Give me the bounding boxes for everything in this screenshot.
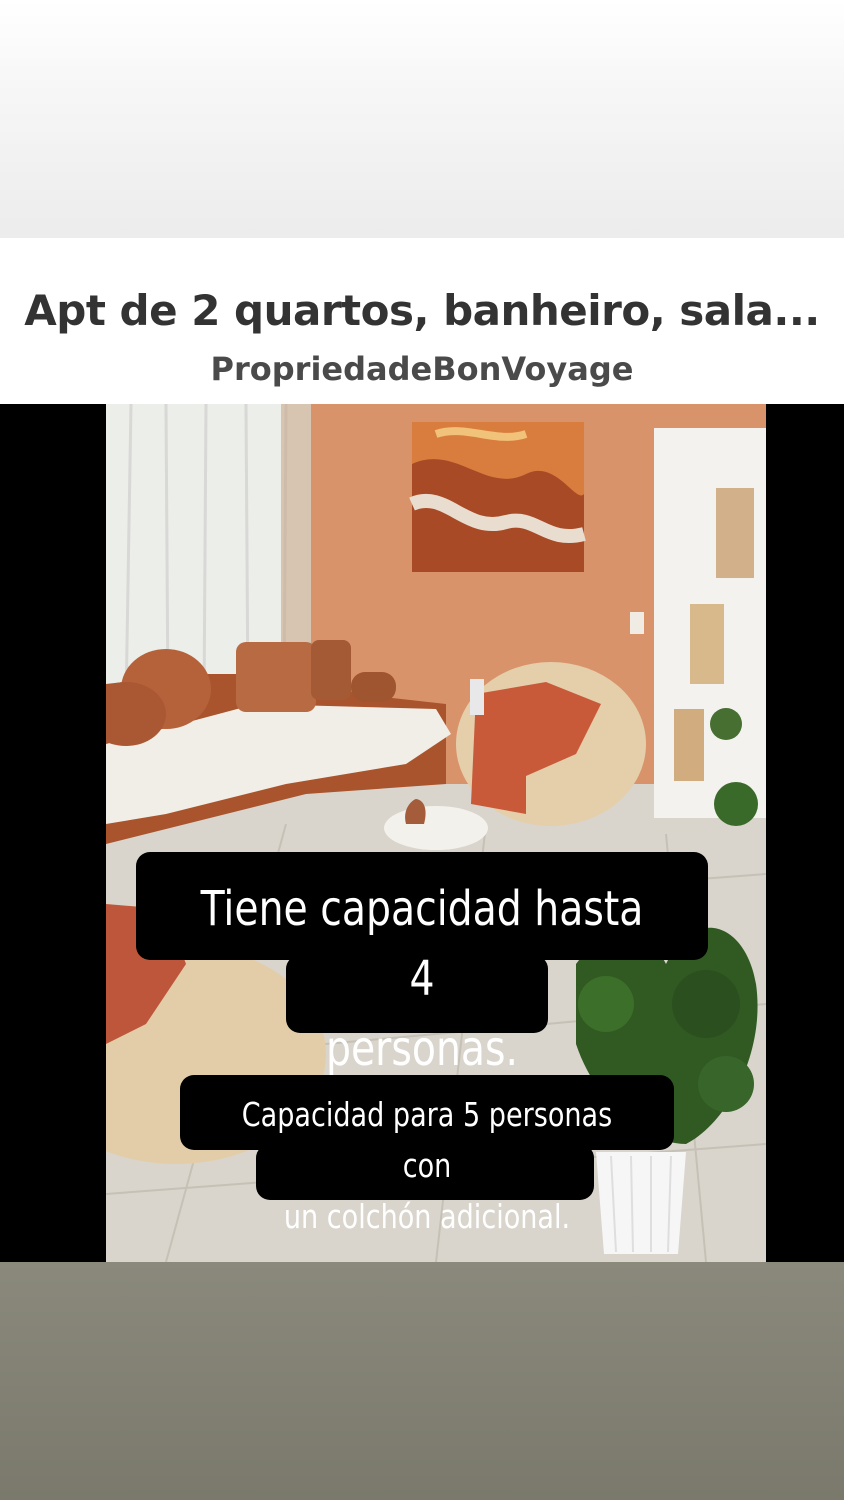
post-title[interactable]: Apt de 2 quartos, banheiro, sala...	[0, 286, 844, 335]
caption-capacity-5: Capacidad para 5 personas con un colchón…	[241, 1095, 613, 1236]
post-author[interactable]: PropriedadeBonVoyage	[0, 350, 844, 388]
caption-capacity-4: Tiene capacidad hasta 4 personas.	[200, 881, 644, 1077]
coffee-table	[384, 806, 488, 850]
bottom-area	[0, 1262, 844, 1500]
top-fade-area	[0, 0, 844, 238]
light-switch	[630, 612, 644, 634]
cushion	[351, 672, 396, 702]
cushion	[311, 640, 351, 700]
vase	[470, 679, 484, 715]
cushion	[236, 642, 316, 712]
